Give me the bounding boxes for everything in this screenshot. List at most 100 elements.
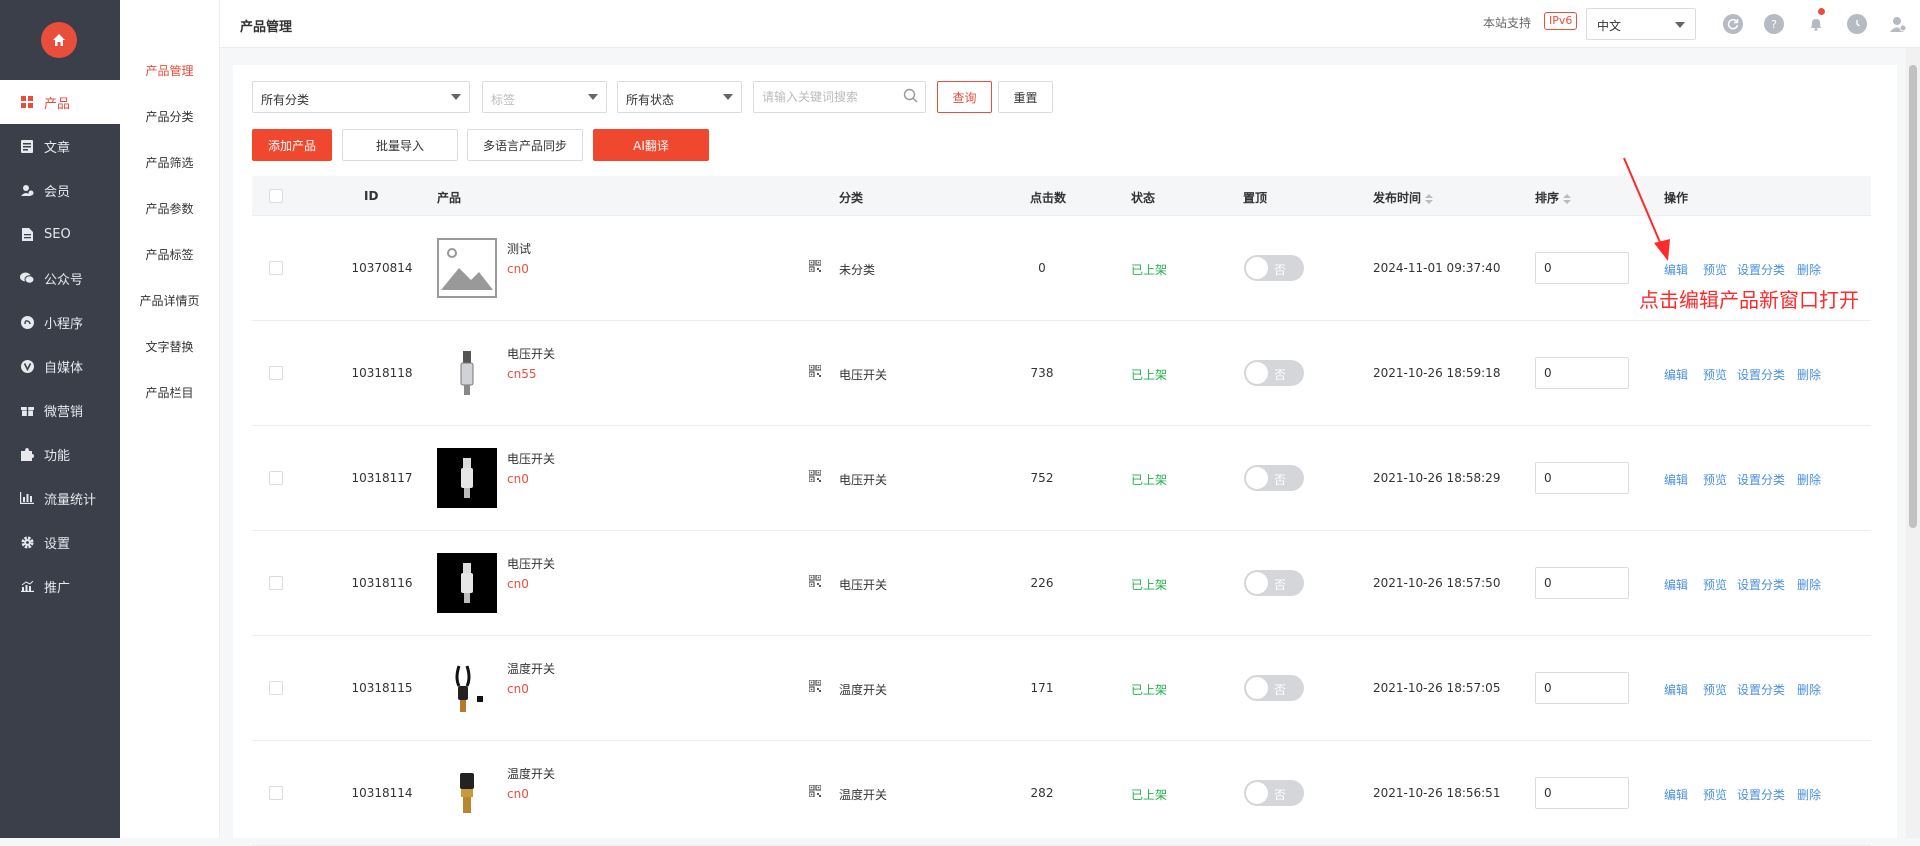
bell-icon[interactable] (1806, 14, 1826, 34)
subnav-item-text-replace[interactable]: 文字替换 (120, 323, 219, 369)
sort-order-input[interactable] (1535, 252, 1629, 284)
multilang-sync-button[interactable]: 多语言产品同步 (467, 129, 583, 161)
subnav-item-product-column[interactable]: 产品栏目 (120, 369, 219, 415)
column-header-sort[interactable]: 排序 (1535, 189, 1572, 206)
pin-toggle[interactable]: 否 (1244, 360, 1304, 386)
product-thumbnail[interactable] (437, 658, 497, 718)
product-thumbnail[interactable] (437, 238, 497, 298)
sidebar-item-promotion[interactable]: 推广 (0, 564, 120, 608)
query-button[interactable]: 查询 (937, 81, 992, 113)
row-checkbox[interactable] (269, 261, 283, 275)
sidebar-item-traffic[interactable]: 流量统计 (0, 476, 120, 520)
column-header-published[interactable]: 发布时间 (1373, 189, 1434, 206)
preview-link[interactable]: 预览 (1703, 786, 1727, 803)
set-category-link[interactable]: 设置分类 (1737, 786, 1785, 803)
preview-link[interactable]: 预览 (1703, 366, 1727, 383)
qr-code-icon[interactable] (808, 574, 822, 588)
pin-toggle[interactable]: 否 (1244, 780, 1304, 806)
edit-link[interactable]: 编辑 (1664, 576, 1688, 593)
status-filter-select[interactable]: 所有状态 (617, 81, 742, 113)
sidebar-item-article[interactable]: 文章 (0, 124, 120, 168)
sort-arrows-icon[interactable] (1425, 193, 1434, 204)
subnav-item-product-tags[interactable]: 产品标签 (120, 231, 219, 277)
batch-import-button[interactable]: 批量导入 (342, 129, 458, 161)
user-account-icon[interactable] (1888, 14, 1908, 34)
edit-link[interactable]: 编辑 (1664, 471, 1688, 488)
add-product-button[interactable]: 添加产品 (252, 129, 332, 161)
pin-toggle[interactable]: 否 (1244, 255, 1304, 281)
page-scrollbar[interactable] (1906, 48, 1920, 838)
clock-icon[interactable] (1847, 14, 1867, 34)
preview-link[interactable]: 预览 (1703, 576, 1727, 593)
sort-order-input[interactable] (1535, 462, 1629, 494)
product-thumbnail[interactable] (437, 763, 497, 823)
set-category-link[interactable]: 设置分类 (1737, 471, 1785, 488)
sidebar-item-features[interactable]: 功能 (0, 432, 120, 476)
row-checkbox[interactable] (269, 366, 283, 380)
edit-link[interactable]: 编辑 (1664, 366, 1688, 383)
sidebar-item-product[interactable]: 产品 (0, 80, 120, 124)
delete-link[interactable]: 删除 (1797, 786, 1821, 803)
scrollbar-thumb[interactable] (1909, 65, 1917, 528)
delete-link[interactable]: 删除 (1797, 366, 1821, 383)
help-icon[interactable]: ? (1764, 14, 1784, 34)
sort-order-input[interactable] (1535, 357, 1629, 389)
set-category-link[interactable]: 设置分类 (1737, 681, 1785, 698)
sort-order-input[interactable] (1535, 777, 1629, 809)
delete-link[interactable]: 删除 (1797, 471, 1821, 488)
product-thumbnail[interactable] (437, 448, 497, 508)
sidebar-item-media[interactable]: 自媒体 (0, 344, 120, 388)
sidebar-item-miniprogram[interactable]: 小程序 (0, 300, 120, 344)
delete-link[interactable]: 删除 (1797, 576, 1821, 593)
edit-link[interactable]: 编辑 (1664, 681, 1688, 698)
product-thumbnail[interactable] (437, 343, 497, 403)
reset-button[interactable]: 重置 (998, 81, 1053, 113)
product-name[interactable]: 电压开关 (507, 345, 555, 362)
sidebar-item-wechat[interactable]: 公众号 (0, 256, 120, 300)
home-icon[interactable] (41, 22, 77, 58)
set-category-link[interactable]: 设置分类 (1737, 576, 1785, 593)
subnav-item-product-filter[interactable]: 产品筛选 (120, 139, 219, 185)
pin-toggle[interactable]: 否 (1244, 570, 1304, 596)
ai-translate-button[interactable]: AI翻译 (593, 129, 709, 161)
subnav-item-product-params[interactable]: 产品参数 (120, 185, 219, 231)
product-name[interactable]: 电压开关 (507, 450, 555, 467)
product-name[interactable]: 温度开关 (507, 660, 555, 677)
row-checkbox[interactable] (269, 576, 283, 590)
set-category-link[interactable]: 设置分类 (1737, 261, 1785, 278)
qr-code-icon[interactable] (808, 259, 822, 273)
sidebar-item-settings[interactable]: 设置 (0, 520, 120, 564)
row-checkbox[interactable] (269, 786, 283, 800)
row-checkbox[interactable] (269, 681, 283, 695)
qr-code-icon[interactable] (808, 364, 822, 378)
sort-order-input[interactable] (1535, 672, 1629, 704)
select-all-checkbox[interactable] (269, 189, 283, 203)
search-icon[interactable] (903, 88, 919, 104)
qr-code-icon[interactable] (808, 469, 822, 483)
tag-filter-select[interactable]: 标签 (482, 81, 607, 113)
qr-code-icon[interactable] (808, 784, 822, 798)
row-checkbox[interactable] (269, 471, 283, 485)
sort-arrows-icon[interactable] (1563, 193, 1572, 204)
product-name[interactable]: 温度开关 (507, 765, 555, 782)
delete-link[interactable]: 删除 (1797, 681, 1821, 698)
preview-link[interactable]: 预览 (1703, 471, 1727, 488)
refresh-icon[interactable] (1723, 14, 1743, 34)
language-select[interactable]: 中文 (1586, 8, 1696, 40)
sidebar-item-seo[interactable]: SEO (0, 212, 120, 256)
pin-toggle[interactable]: 否 (1244, 465, 1304, 491)
subnav-item-product-manage[interactable]: 产品管理 (120, 47, 219, 93)
delete-link[interactable]: 删除 (1797, 261, 1821, 278)
sidebar-item-member[interactable]: 会员 (0, 168, 120, 212)
subnav-item-product-category[interactable]: 产品分类 (120, 93, 219, 139)
search-input[interactable] (753, 81, 926, 113)
sidebar-item-marketing[interactable]: 微营销 (0, 388, 120, 432)
edit-link[interactable]: 编辑 (1664, 786, 1688, 803)
set-category-link[interactable]: 设置分类 (1737, 366, 1785, 383)
product-thumbnail[interactable] (437, 553, 497, 613)
product-name[interactable]: 测试 (507, 240, 531, 257)
pin-toggle[interactable]: 否 (1244, 675, 1304, 701)
qr-code-icon[interactable] (808, 679, 822, 693)
subnav-item-product-detail[interactable]: 产品详情页 (120, 277, 219, 323)
sort-order-input[interactable] (1535, 567, 1629, 599)
